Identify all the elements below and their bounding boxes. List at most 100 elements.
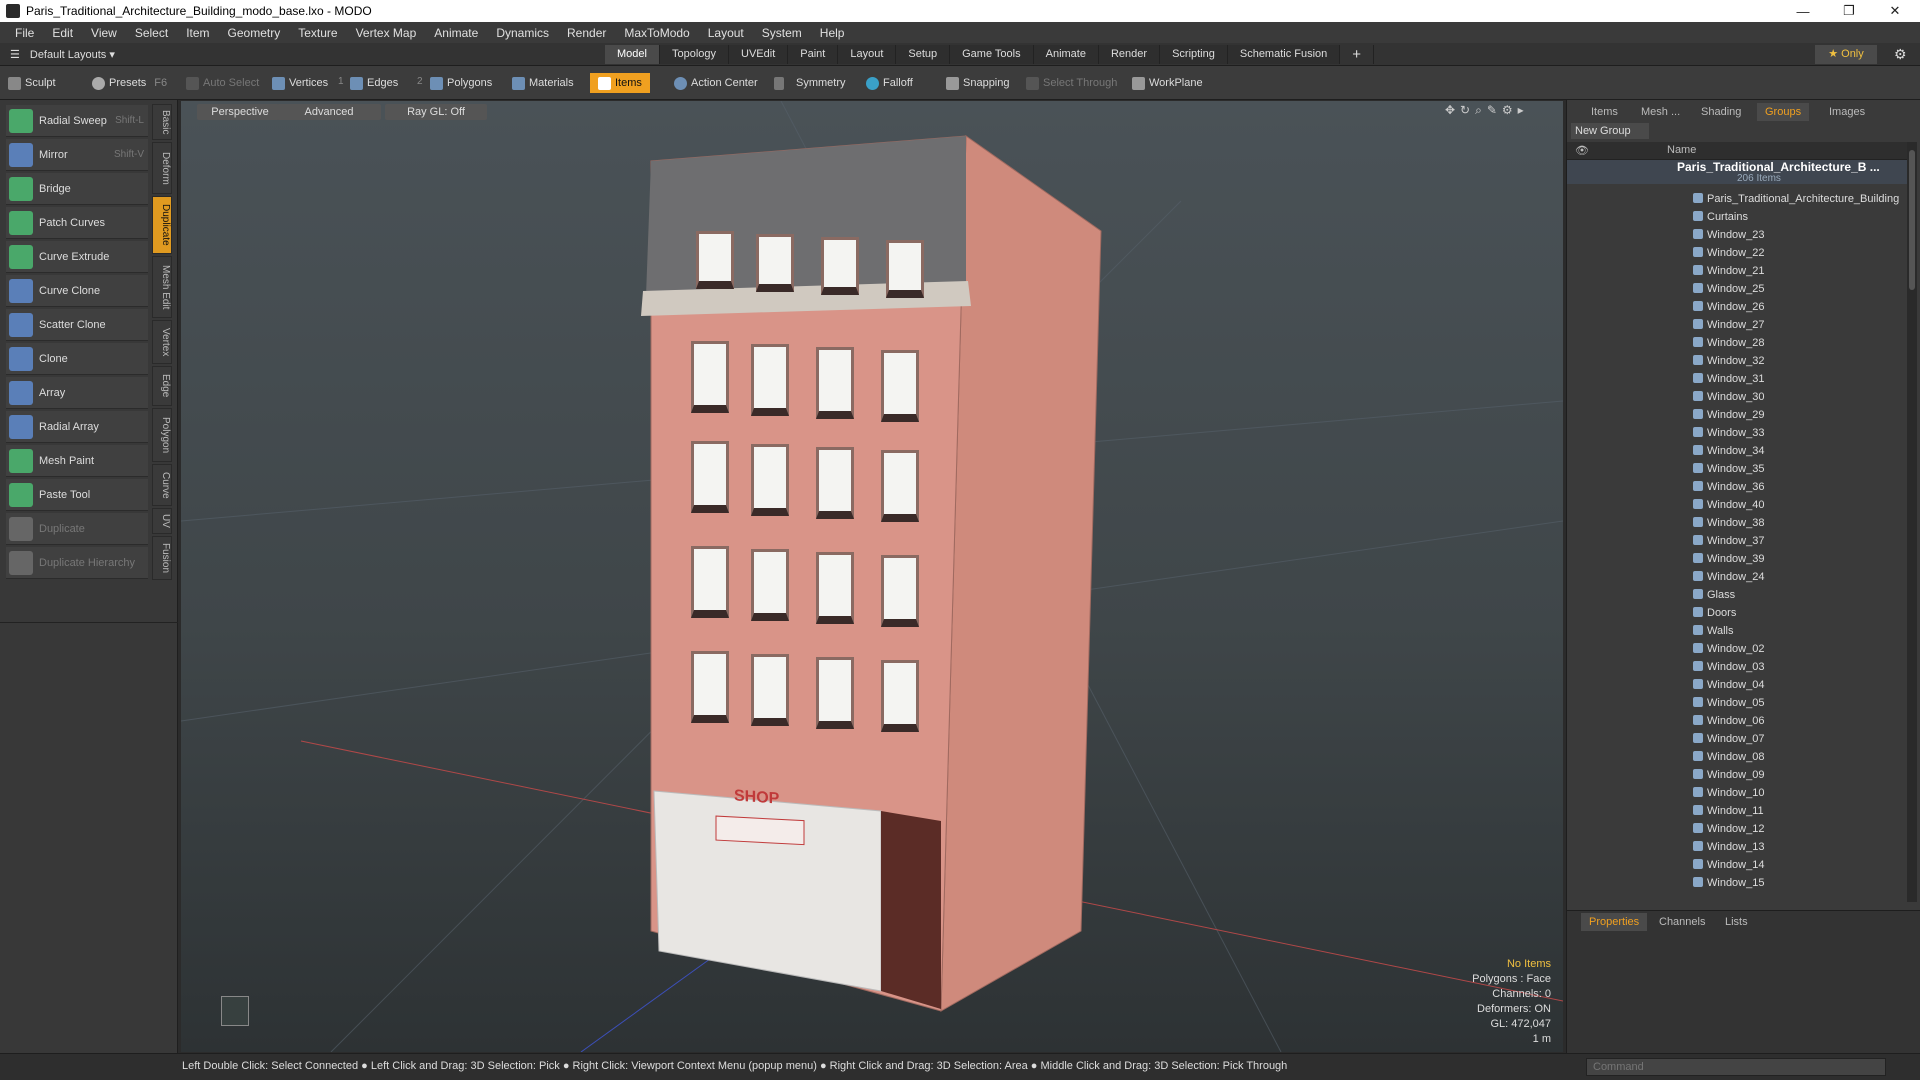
- vtab-mesh-edit[interactable]: Mesh Edit: [152, 256, 172, 318]
- vtab-curve[interactable]: Curve: [152, 464, 172, 506]
- group-list-item[interactable]: Window_22: [1567, 244, 1907, 262]
- group-list-item[interactable]: Window_26: [1567, 298, 1907, 316]
- menu-maxtomodo[interactable]: MaxToModo: [615, 26, 698, 40]
- group-list-item[interactable]: Window_14: [1567, 856, 1907, 874]
- menu-vertex-map[interactable]: Vertex Map: [347, 26, 426, 40]
- group-list-item[interactable]: Window_10: [1567, 784, 1907, 802]
- name-column-header[interactable]: Name: [1667, 144, 1696, 156]
- tab-scripting[interactable]: Scripting: [1160, 45, 1228, 64]
- group-list-item[interactable]: Window_37: [1567, 532, 1907, 550]
- menu-view[interactable]: View: [82, 26, 126, 40]
- tab-model[interactable]: Model: [605, 45, 660, 64]
- group-list-item[interactable]: Walls: [1567, 622, 1907, 640]
- symmetry-button[interactable]: Symmetry: [774, 73, 846, 93]
- group-list-item[interactable]: Glass: [1567, 586, 1907, 604]
- 3d-viewport[interactable]: Perspective Advanced Ray GL: Off ✥↻⌕✎⚙▸ …: [181, 101, 1563, 1052]
- group-list-item[interactable]: Window_13: [1567, 838, 1907, 856]
- group-list-item[interactable]: Window_12: [1567, 820, 1907, 838]
- group-list-item[interactable]: Window_11: [1567, 802, 1907, 820]
- add-tab-icon[interactable]: +: [1340, 45, 1375, 64]
- minimize-button[interactable]: —: [1780, 0, 1826, 22]
- curve-clone-button[interactable]: Curve Clone: [6, 275, 148, 307]
- group-list-item[interactable]: Window_07: [1567, 730, 1907, 748]
- menu-texture[interactable]: Texture: [289, 26, 346, 40]
- tab-images[interactable]: Images: [1821, 103, 1873, 121]
- gear-icon[interactable]: ⚙: [1894, 46, 1907, 63]
- tab-properties[interactable]: Properties: [1581, 913, 1648, 931]
- tab-render[interactable]: Render: [1098, 45, 1161, 64]
- menu-system[interactable]: System: [753, 26, 811, 40]
- group-list-item[interactable]: Window_15: [1567, 874, 1907, 892]
- sculpt-button[interactable]: Sculpt: [8, 73, 56, 93]
- group-list-item[interactable]: Window_21: [1567, 262, 1907, 280]
- group-list-item[interactable]: Window_29: [1567, 406, 1907, 424]
- menu-help[interactable]: Help: [811, 26, 854, 40]
- group-list-item[interactable]: Window_40: [1567, 496, 1907, 514]
- menu-item[interactable]: Item: [177, 26, 218, 40]
- tab-groups[interactable]: Groups: [1757, 103, 1810, 121]
- presets-button[interactable]: Presets F6: [92, 73, 167, 93]
- workplane-button[interactable]: WorkPlane: [1132, 73, 1203, 93]
- action-center-button[interactable]: Action Center: [674, 73, 758, 93]
- tab-layout[interactable]: Layout: [838, 45, 897, 64]
- items-button[interactable]: Items: [590, 73, 650, 93]
- menu-select[interactable]: Select: [126, 26, 177, 40]
- group-list-item[interactable]: Window_31: [1567, 370, 1907, 388]
- eye-icon[interactable]: 👁: [1575, 144, 1589, 157]
- menu-file[interactable]: File: [6, 26, 43, 40]
- menu-layout[interactable]: Layout: [699, 26, 753, 40]
- menu-animate[interactable]: Animate: [425, 26, 487, 40]
- group-list-item[interactable]: Window_27: [1567, 316, 1907, 334]
- vtab-deform[interactable]: Deform: [152, 142, 172, 194]
- vtab-uv[interactable]: UV: [152, 508, 172, 534]
- command-input[interactable]: [1586, 1058, 1886, 1076]
- vtab-fusion[interactable]: Fusion: [152, 536, 172, 580]
- snapping-button[interactable]: Snapping: [946, 73, 1010, 93]
- tab-lists[interactable]: Lists: [1717, 913, 1756, 931]
- new-group-button[interactable]: New Group: [1571, 123, 1649, 139]
- group-list-item[interactable]: Window_05: [1567, 694, 1907, 712]
- tab-animate[interactable]: Animate: [1033, 45, 1099, 64]
- menu-render[interactable]: Render: [558, 26, 615, 40]
- tab-setup[interactable]: Setup: [896, 45, 951, 64]
- duplicate-hierarchy-button[interactable]: Duplicate Hierarchy: [6, 547, 148, 579]
- tab-channels[interactable]: Channels: [1651, 913, 1713, 931]
- group-list-item[interactable]: Window_36: [1567, 478, 1907, 496]
- group-list-item[interactable]: Window_25: [1567, 280, 1907, 298]
- vtab-basic[interactable]: Basic: [152, 104, 172, 140]
- layout-selector[interactable]: ☰ Default Layouts ▾: [10, 46, 115, 63]
- scatter-clone-button[interactable]: Scatter Clone: [6, 309, 148, 341]
- tab-shading[interactable]: Shading: [1693, 103, 1749, 121]
- scrollbar-thumb[interactable]: [1909, 150, 1915, 290]
- tab-topology[interactable]: Topology: [659, 45, 730, 64]
- group-list-item[interactable]: Window_38: [1567, 514, 1907, 532]
- vtab-vertex[interactable]: Vertex: [152, 320, 172, 364]
- group-list-item[interactable]: Paris_Traditional_Architecture_Building: [1567, 190, 1907, 208]
- materials-button[interactable]: Materials: [512, 73, 574, 93]
- menu-geometry[interactable]: Geometry: [219, 26, 290, 40]
- group-list-item[interactable]: Window_02: [1567, 640, 1907, 658]
- group-list-item[interactable]: Window_08: [1567, 748, 1907, 766]
- vtab-duplicate[interactable]: Duplicate: [152, 196, 172, 254]
- mirror-button[interactable]: Mirror Shift-V: [6, 139, 148, 171]
- edges-button[interactable]: Edges: [350, 73, 398, 93]
- group-list-item[interactable]: Doors: [1567, 604, 1907, 622]
- duplicate-button[interactable]: Duplicate: [6, 513, 148, 545]
- group-list-item[interactable]: Window_24: [1567, 568, 1907, 586]
- group-list-item[interactable]: Window_39: [1567, 550, 1907, 568]
- vertices-button[interactable]: Vertices: [272, 73, 328, 93]
- list-scrollbar[interactable]: [1907, 142, 1917, 902]
- only-toggle[interactable]: ★ Only: [1815, 45, 1877, 64]
- array-button[interactable]: Array: [6, 377, 148, 409]
- vtab-edge[interactable]: Edge: [152, 366, 172, 406]
- tab-paint[interactable]: Paint: [788, 45, 839, 64]
- patch-curves-button[interactable]: Patch Curves: [6, 207, 148, 239]
- select-through-button[interactable]: Select Through: [1026, 73, 1117, 93]
- curve-extrude-button[interactable]: Curve Extrude: [6, 241, 148, 273]
- group-list-item[interactable]: Window_28: [1567, 334, 1907, 352]
- group-list-item[interactable]: Window_32: [1567, 352, 1907, 370]
- group-list-item[interactable]: Window_06: [1567, 712, 1907, 730]
- group-list-item[interactable]: Window_34: [1567, 442, 1907, 460]
- auto-select-button[interactable]: Auto Select: [186, 73, 259, 93]
- mesh-paint-button[interactable]: Mesh Paint: [6, 445, 148, 477]
